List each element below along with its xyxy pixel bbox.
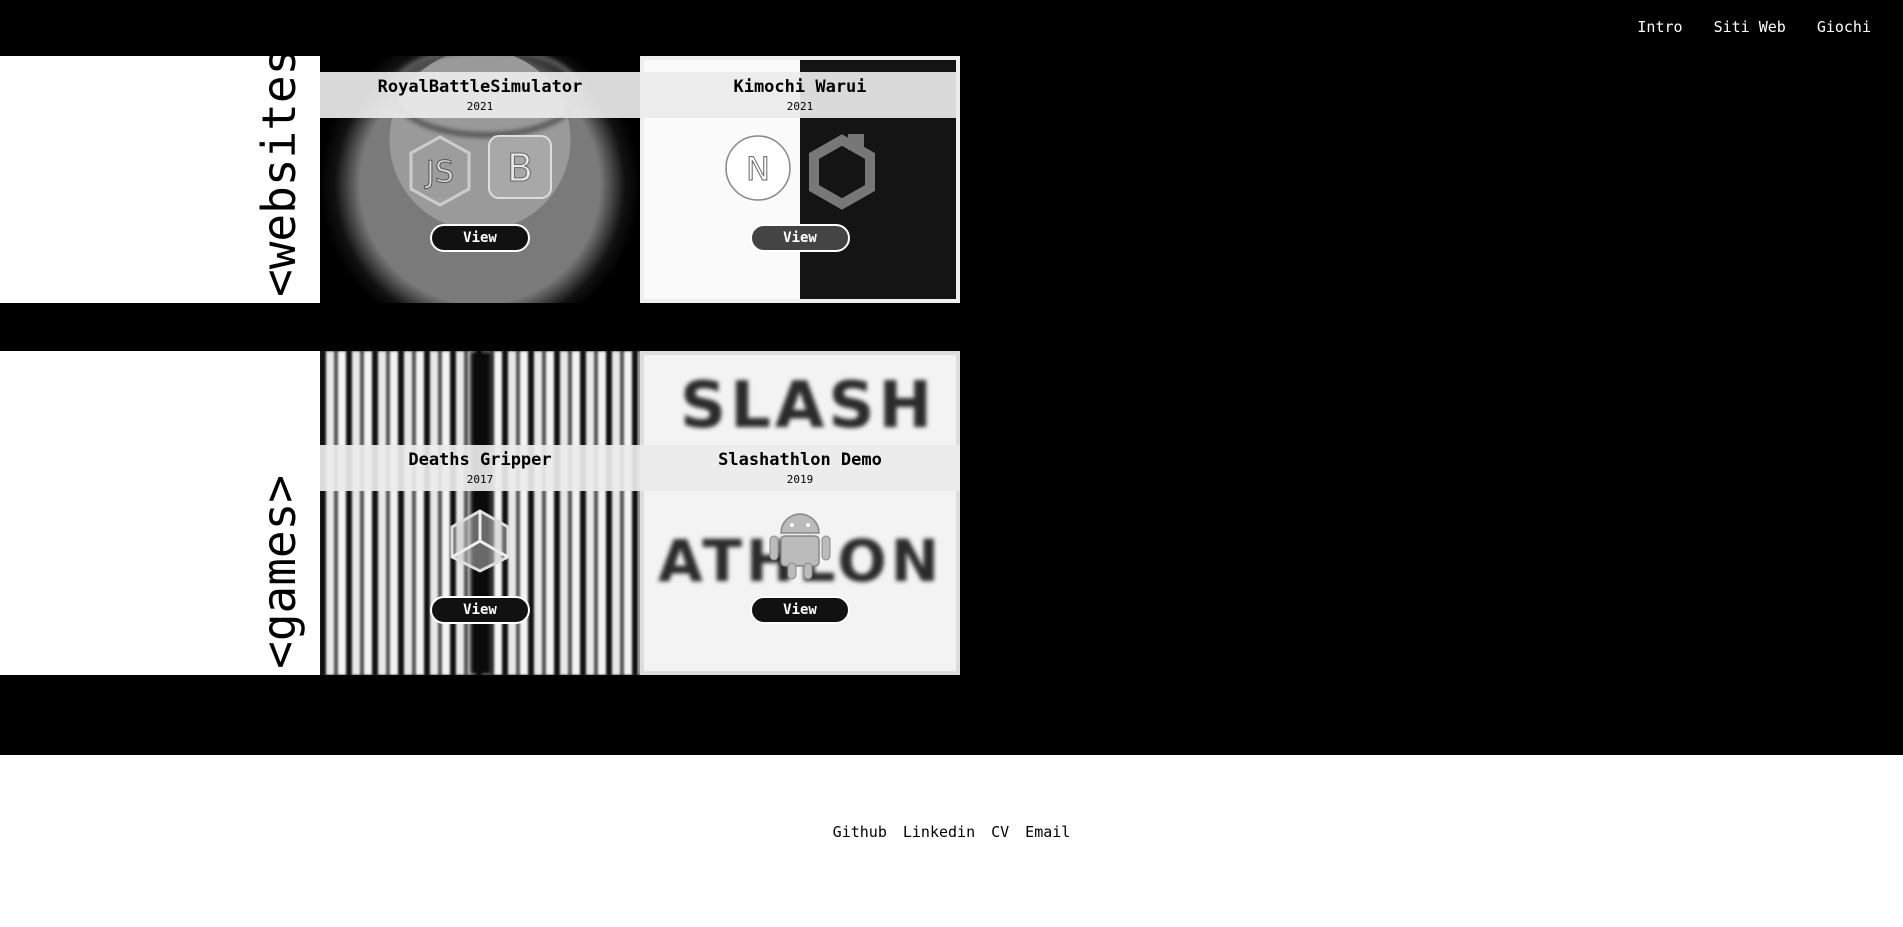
- footer-link-linkedin[interactable]: Linkedin: [903, 823, 975, 841]
- footer-link-email[interactable]: Email: [1025, 823, 1070, 841]
- project-card-deaths-gripper: Deaths Gripper 2017 View: [320, 351, 640, 675]
- card-title: Deaths Gripper: [408, 450, 552, 470]
- view-button[interactable]: View: [750, 596, 850, 624]
- card-tech-icons: N: [640, 134, 960, 214]
- project-card-royalbattlesimulator: RoyalBattleSimulator 2021 JS B View: [320, 56, 640, 303]
- view-button[interactable]: View: [750, 224, 850, 252]
- svg-text:N: N: [746, 150, 770, 188]
- svg-text:B: B: [507, 146, 533, 190]
- background-slash-text: SLASH: [680, 369, 937, 443]
- card-year: 2021: [466, 100, 494, 113]
- card-year: 2019: [786, 473, 814, 486]
- bootstrap-icon: B: [487, 134, 553, 212]
- view-button[interactable]: View: [430, 596, 530, 624]
- card-year: 2017: [466, 473, 494, 486]
- card-title: Kimochi Warui: [733, 77, 867, 97]
- websites-heading: <websites>: [252, 20, 306, 297]
- footer-link-github[interactable]: Github: [833, 823, 887, 841]
- project-card-kimochi-warui: Kimochi Warui 2021 N View: [640, 56, 960, 303]
- games-section-label: <games>: [0, 351, 320, 675]
- card-title-band: Deaths Gripper 2017: [320, 445, 640, 491]
- card-title-band: Slashathlon Demo 2019: [640, 445, 960, 491]
- nextjs-icon: N: [724, 134, 792, 214]
- card-tech-icons: [320, 507, 640, 579]
- unity-icon: [448, 507, 512, 579]
- android-icon: [767, 507, 833, 585]
- uikit-icon: [808, 134, 876, 214]
- nav-intro[interactable]: Intro: [1637, 18, 1682, 36]
- card-title-band: Kimochi Warui 2021: [640, 72, 960, 118]
- svg-text:JS: JS: [424, 155, 454, 190]
- footer-links: Github Linkedin CV Email: [0, 823, 1903, 841]
- nav-siti-web[interactable]: Siti Web: [1714, 18, 1786, 36]
- card-tech-icons: JS B: [320, 134, 640, 212]
- nav-giochi[interactable]: Giochi: [1817, 18, 1871, 36]
- nodejs-icon: JS: [407, 134, 473, 212]
- top-nav: Intro Siti Web Giochi: [1637, 18, 1871, 36]
- card-year: 2021: [786, 100, 814, 113]
- project-card-slashathlon-demo: SLASH ATHLON Slashathlon Demo 2019 View: [640, 351, 960, 675]
- card-title-band: RoyalBattleSimulator 2021: [320, 72, 640, 118]
- footer-link-cv[interactable]: CV: [991, 823, 1009, 841]
- games-heading: <games>: [252, 475, 306, 669]
- view-button[interactable]: View: [430, 224, 530, 252]
- card-tech-icons: [640, 507, 960, 585]
- card-title: RoyalBattleSimulator: [377, 77, 583, 97]
- websites-section-label: <websites>: [0, 20, 320, 303]
- card-title: Slashathlon Demo: [718, 450, 882, 470]
